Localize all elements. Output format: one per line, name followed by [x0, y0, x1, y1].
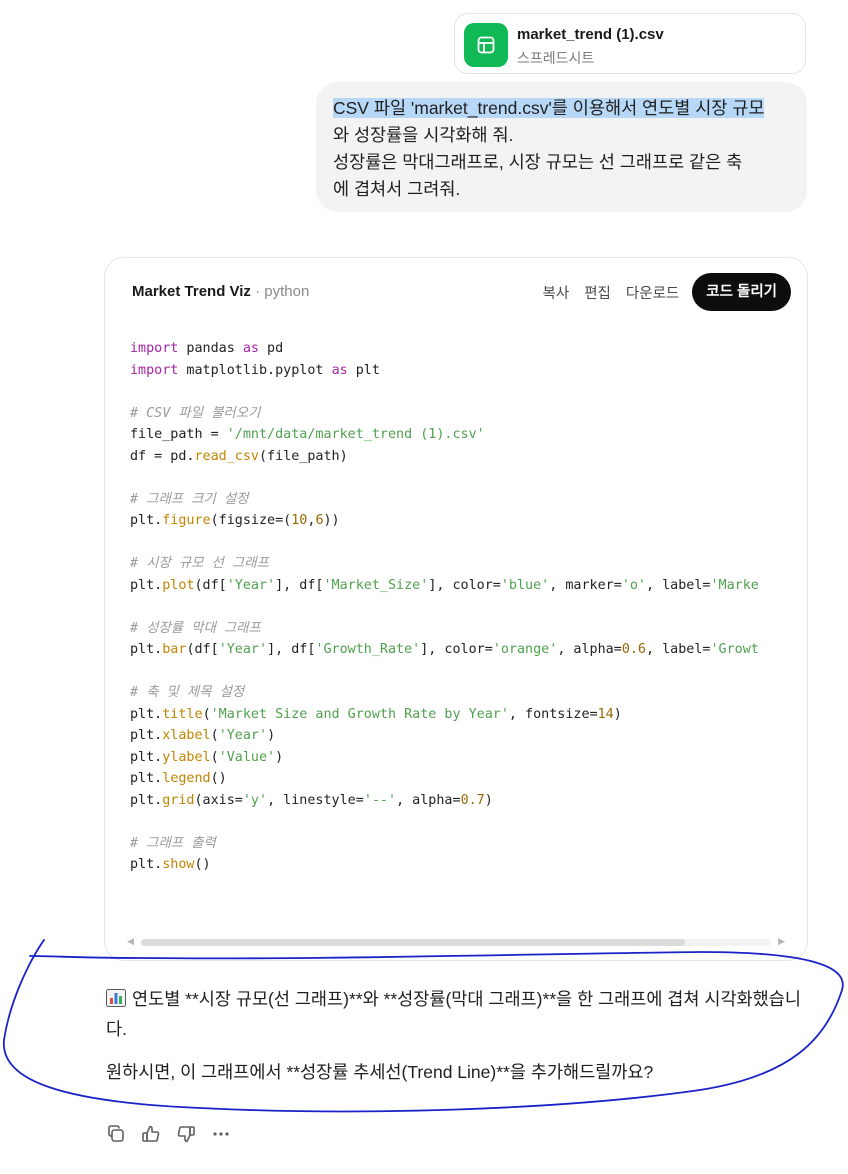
- copy-button[interactable]: 복사: [543, 282, 570, 303]
- user-message-line: 와 성장률을 시각화해 줘.: [333, 125, 514, 145]
- scrollbar-thumb[interactable]: [141, 939, 685, 946]
- user-message-line: 성장률은 막대그래프로, 시장 규모는 선 그래프로 같은 축: [333, 152, 743, 172]
- user-message-line: 에 겹쳐서 그려줘.: [333, 179, 461, 199]
- attachment-filetype: 스프레드시트: [517, 50, 595, 66]
- code-line: plt.title('Market Size and Growth Rate b…: [130, 706, 622, 722]
- edit-button[interactable]: 편집: [584, 282, 611, 303]
- message-actions: [104, 1122, 244, 1146]
- code-line: # 성장률 막대 그래프: [130, 620, 261, 636]
- code-language: python: [264, 283, 310, 300]
- attachment-card[interactable]: market_trend (1).csv 스프레드시트: [454, 13, 806, 74]
- user-message-bubble: CSV 파일 'market_trend.csv'를 이용해서 연도별 시장 규…: [316, 82, 807, 212]
- code-line: plt.bar(df['Year'], df['Growth_Rate'], c…: [130, 642, 759, 657]
- horizontal-scrollbar[interactable]: ◀ ▶: [127, 936, 785, 948]
- code-line: # 축 및 제목 설정: [130, 685, 245, 700]
- scroll-right-icon[interactable]: ▶: [778, 936, 785, 947]
- code-line: plt.plot(df['Year'], df['Market_Size'], …: [130, 577, 759, 593]
- thumbs-up-icon[interactable]: [139, 1122, 163, 1146]
- code-line: plt.xlabel('Year'): [130, 728, 276, 743]
- code-block[interactable]: import pandas as pd import matplotlib.pyp…: [130, 338, 807, 876]
- scroll-left-icon[interactable]: ◀: [127, 936, 134, 947]
- code-line: # 그래프 크기 설정: [130, 491, 249, 507]
- code-line: df = pd.read_csv(file_path): [130, 448, 348, 464]
- attachment-filename: market_trend (1).csv: [517, 26, 664, 43]
- assistant-message: 연도별 **시장 규모(선 그래프)**와 **성장률(막대 그래프)**을 한…: [106, 984, 806, 1100]
- assistant-paragraph: 원하시면, 이 그래프에서 **성장률 추세선(Trend Line)**을 추…: [106, 1062, 654, 1082]
- code-line: plt.legend(): [130, 771, 227, 786]
- code-line: # CSV 파일 불러오기: [130, 405, 261, 421]
- code-line: file_path = '/mnt/data/market_trend (1).…: [130, 427, 485, 442]
- run-code-button[interactable]: 코드 돌리기: [692, 273, 791, 311]
- code-title-name: Market Trend Viz: [132, 283, 251, 300]
- assistant-paragraph: 연도별 **시장 규모(선 그래프)**와 **성장률(막대 그래프)**을 한…: [106, 989, 801, 1039]
- code-line: plt.figure(figsize=(10,6)): [130, 513, 340, 528]
- download-button[interactable]: 다운로드: [626, 282, 679, 303]
- bar-chart-icon: [106, 989, 126, 1007]
- code-line: plt.show(): [130, 857, 211, 872]
- more-icon[interactable]: [209, 1122, 233, 1146]
- copy-icon[interactable]: [104, 1122, 128, 1146]
- code-line: import pandas as pd: [130, 341, 284, 356]
- code-actions: 복사 편집 다운로드 코드 돌리기: [528, 273, 791, 311]
- code-line: plt.ylabel('Value'): [130, 749, 284, 765]
- code-line: # 시장 규모 선 그래프: [130, 556, 269, 571]
- code-card: Market Trend Viz · python 복사 편집 다운로드 코드 …: [104, 257, 808, 961]
- spreadsheet-icon: [464, 23, 508, 67]
- selected-text: CSV 파일 'market_trend.csv'를 이용해서 연도별 시장 규…: [333, 98, 765, 118]
- code-line: # 그래프 출력: [130, 835, 216, 851]
- thumbs-down-icon[interactable]: [174, 1122, 198, 1146]
- code-line: plt.grid(axis='y', linestyle='--', alpha…: [130, 792, 493, 808]
- code-line: import matplotlib.pyplot as plt: [130, 362, 380, 378]
- code-title: Market Trend Viz · python: [132, 283, 310, 300]
